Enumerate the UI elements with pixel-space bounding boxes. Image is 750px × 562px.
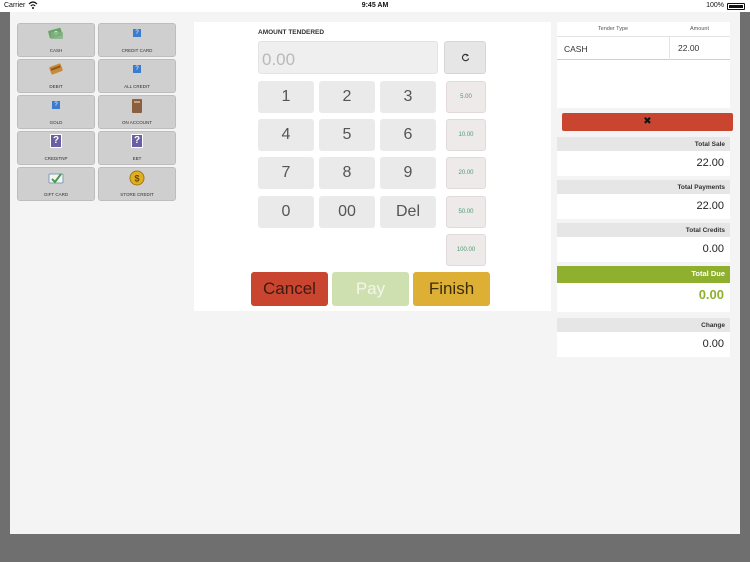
tender-store-credit-button[interactable]: $ STORE CREDIT [98,167,176,201]
question-icon: ? [133,65,141,73]
tender-label: DEBIT [49,84,63,89]
tender-debit-button[interactable]: DEBIT [17,59,95,93]
quick-amount-button[interactable]: 50.00 [446,196,486,228]
battery-icon [727,3,745,10]
quick-amount-button[interactable]: 20.00 [446,157,486,189]
key-1[interactable]: 1 [258,81,314,113]
question-icon: ? [52,101,60,109]
tender-label: ALL CREDIT [124,84,150,89]
coin-icon: $ [129,170,145,186]
key-00[interactable]: 00 [319,196,375,228]
total-due-box: Total Due 0.00 [557,266,730,312]
total-sale-value: 22.00 [696,157,724,169]
key-4[interactable]: 4 [258,119,314,151]
tender-label: EBT [132,156,142,161]
tender-gift-card-button[interactable]: GIFT CARD [17,167,95,201]
key-delete[interactable]: Del [380,196,436,228]
quick-amount-button[interactable]: 10.00 [446,119,486,151]
total-credits-box: Total Credits 0.00 [557,223,730,262]
cash-icon [48,27,63,39]
total-payments-box: Total Payments 22.00 [557,180,730,219]
key-6[interactable]: 6 [380,119,436,151]
total-sale-box: Total Sale 22.00 [557,137,730,176]
key-9[interactable]: 9 [380,157,436,189]
battery-percent: 100% [706,2,724,9]
tender-creditnp-button[interactable]: ? CREDITNP [17,131,95,165]
tender-on-account-button[interactable]: ON ACCOUNT [98,95,176,129]
key-3[interactable]: 3 [380,81,436,113]
refresh-icon [461,53,469,62]
question-icon: ? [131,134,143,148]
tender-label: ON ACCOUNT [121,120,152,125]
key-5[interactable]: 5 [319,119,375,151]
tender-all-credit-button[interactable]: ? ALL CREDIT [98,59,176,93]
total-credits-value: 0.00 [702,243,724,255]
clock: 9:45 AM [361,2,389,9]
question-icon: ? [133,29,141,37]
tender-type-cell: CASH [564,44,588,54]
total-due-label: Total Due [557,266,730,283]
key-0[interactable]: 0 [258,196,314,228]
ledger-icon [132,99,142,113]
key-2[interactable]: 2 [319,81,375,113]
status-bar: Carrier 9:45 AM 100% [0,0,750,12]
table-row[interactable]: CASH 22.00 [557,36,730,60]
total-payments-label: Total Payments [557,180,730,194]
tender-label: GIFT CARD [43,192,69,197]
gift-card-icon [48,173,64,184]
total-due-value: 0.00 [698,287,724,302]
pay-button[interactable]: Pay [332,272,409,306]
tender-label: GOLD [49,120,63,125]
tender-cash-button[interactable]: CASH [17,23,95,57]
change-box: Change 0.00 [557,318,730,357]
quick-amount-button[interactable]: 100.00 [446,234,486,266]
key-7[interactable]: 7 [258,157,314,189]
amount-cell: 22.00 [669,37,730,60]
refresh-button[interactable] [444,41,486,74]
tender-label: STORE CREDIT [120,192,154,197]
cancel-button[interactable]: Cancel [251,272,328,306]
total-payments-value: 22.00 [696,200,724,212]
close-icon: ✖ [643,116,652,127]
debit-card-icon [49,63,63,75]
tender-gold-button[interactable]: ? GOLD [17,95,95,129]
tender-label: CREDIT CARD [121,48,153,53]
change-label: Change [557,318,730,332]
tender-table-header: Tender Type Amount [557,22,730,36]
tender-table: Tender Type Amount CASH 22.00 [557,22,730,108]
change-value: 0.00 [702,338,724,350]
tender-ebt-button[interactable]: ? EBT [98,131,176,165]
finish-button[interactable]: Finish [413,272,490,306]
column-header-amount: Amount [690,26,709,32]
payment-sheet: CASH ? CREDIT CARD DEBIT ? ALL CREDIT ? … [10,12,740,534]
amount-tendered-input[interactable]: 0.00 [258,41,438,74]
tender-label: CREDITNP [44,156,68,161]
question-icon: ? [50,134,62,148]
amount-tendered-label: AMOUNT TENDERED [258,29,325,36]
tender-label: CASH [49,48,63,53]
remove-tender-button[interactable]: ✖ [562,113,733,131]
column-header-tender-type: Tender Type [597,26,629,32]
keypad-panel: AMOUNT TENDERED 0.00 1 2 3 4 5 6 7 8 9 0… [194,22,551,311]
total-credits-label: Total Credits [557,223,730,237]
svg-text:$: $ [134,174,139,184]
tender-credit-card-button[interactable]: ? CREDIT CARD [98,23,176,57]
quick-amount-button[interactable]: 5.00 [446,81,486,113]
key-8[interactable]: 8 [319,157,375,189]
total-sale-label: Total Sale [557,137,730,151]
